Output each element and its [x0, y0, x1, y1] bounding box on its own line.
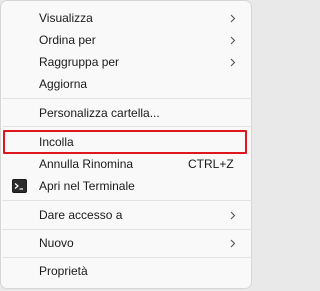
- menu-item-nuovo[interactable]: Nuovo: [1, 232, 253, 255]
- context-menu: Visualizza Ordina per Raggruppa per Aggi…: [0, 0, 252, 289]
- menu-item-label: Proprietà: [39, 264, 88, 278]
- menu-separator: [2, 200, 252, 201]
- menu-item-label: Raggruppa per: [39, 55, 120, 69]
- menu-item-aggiorna[interactable]: Aggiorna: [1, 73, 253, 96]
- terminal-icon: [12, 179, 27, 193]
- chevron-right-icon: [230, 36, 236, 45]
- shortcut-label: CTRL+Z: [188, 157, 234, 171]
- menu-item-label: Ordina per: [39, 33, 96, 47]
- menu-separator: [2, 257, 252, 258]
- menu-item-label: Visualizza: [39, 11, 93, 25]
- menu-item-label: Personalizza cartella...: [39, 106, 160, 120]
- menu-item-apri-nel-terminale[interactable]: Apri nel Terminale: [1, 175, 253, 198]
- menu-separator: [2, 229, 252, 230]
- menu-item-label: Annulla Rinomina: [39, 157, 134, 171]
- menu-item-personalizza-cartella[interactable]: Personalizza cartella...: [1, 102, 253, 125]
- chevron-right-icon: [230, 211, 236, 220]
- menu-item-ordina-per[interactable]: Ordina per: [1, 29, 253, 52]
- chevron-right-icon: [230, 58, 236, 67]
- menu-item-dare-accesso-a[interactable]: Dare accesso a: [1, 204, 253, 227]
- menu-item-label: Aggiorna: [39, 77, 88, 91]
- menu-separator: [2, 126, 252, 127]
- chevron-right-icon: [230, 14, 236, 23]
- menu-item-raggruppa-per[interactable]: Raggruppa per: [1, 51, 253, 74]
- menu-item-annulla-rinomina[interactable]: Annulla Rinomina CTRL+Z: [1, 153, 253, 176]
- menu-item-label: Dare accesso a: [39, 208, 123, 222]
- menu-item-label: Nuovo: [39, 236, 74, 250]
- chevron-right-icon: [230, 239, 236, 248]
- menu-separator: [2, 98, 252, 99]
- highlight-box: [3, 130, 247, 154]
- menu-item-label: Apri nel Terminale: [39, 179, 135, 193]
- menu-item-visualizza[interactable]: Visualizza: [1, 7, 253, 30]
- menu-item-proprieta[interactable]: Proprietà: [1, 260, 253, 283]
